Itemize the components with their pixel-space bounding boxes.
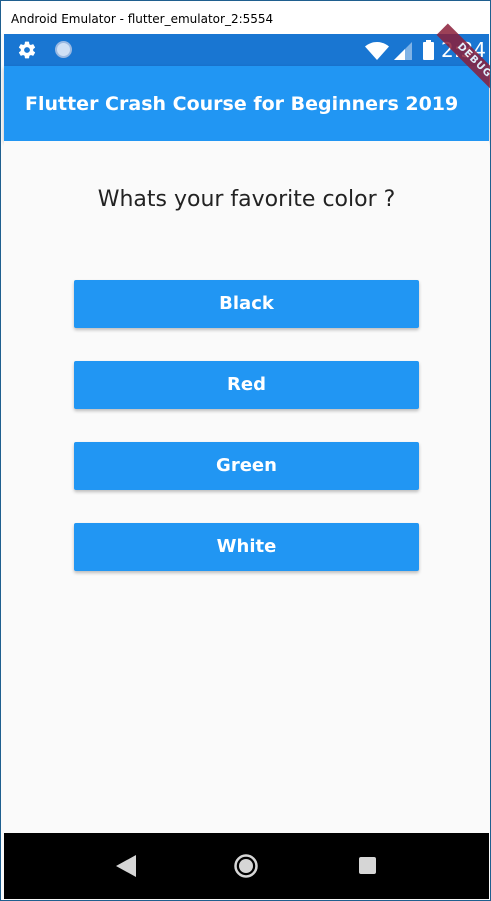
gear-icon <box>18 41 36 59</box>
recents-icon[interactable] <box>359 857 376 874</box>
status-bar: 2:34 <box>4 34 489 66</box>
app-bar: Flutter Crash Course for Beginners 2019 <box>4 66 489 141</box>
signal-icon <box>394 42 412 60</box>
navigation-bar <box>4 833 489 899</box>
window-title: Android Emulator - flutter_emulator_2:55… <box>1 1 490 34</box>
question-text: Whats your favorite color ? <box>97 187 396 212</box>
back-icon[interactable] <box>116 855 136 877</box>
sync-indicator-icon <box>55 41 72 58</box>
answer-button-green[interactable]: Green <box>74 442 419 490</box>
quiz-content: Whats your favorite color ? Black Red Gr… <box>4 141 489 833</box>
home-icon[interactable] <box>234 854 258 878</box>
answer-button-black[interactable]: Black <box>74 280 419 328</box>
app-bar-title: Flutter Crash Course for Beginners 2019 <box>25 93 459 115</box>
wifi-icon <box>365 42 389 60</box>
answer-button-white[interactable]: White <box>74 523 419 571</box>
answer-button-red[interactable]: Red <box>74 361 419 409</box>
emulator-window: Android Emulator - flutter_emulator_2:55… <box>0 0 491 901</box>
battery-icon <box>423 40 434 60</box>
